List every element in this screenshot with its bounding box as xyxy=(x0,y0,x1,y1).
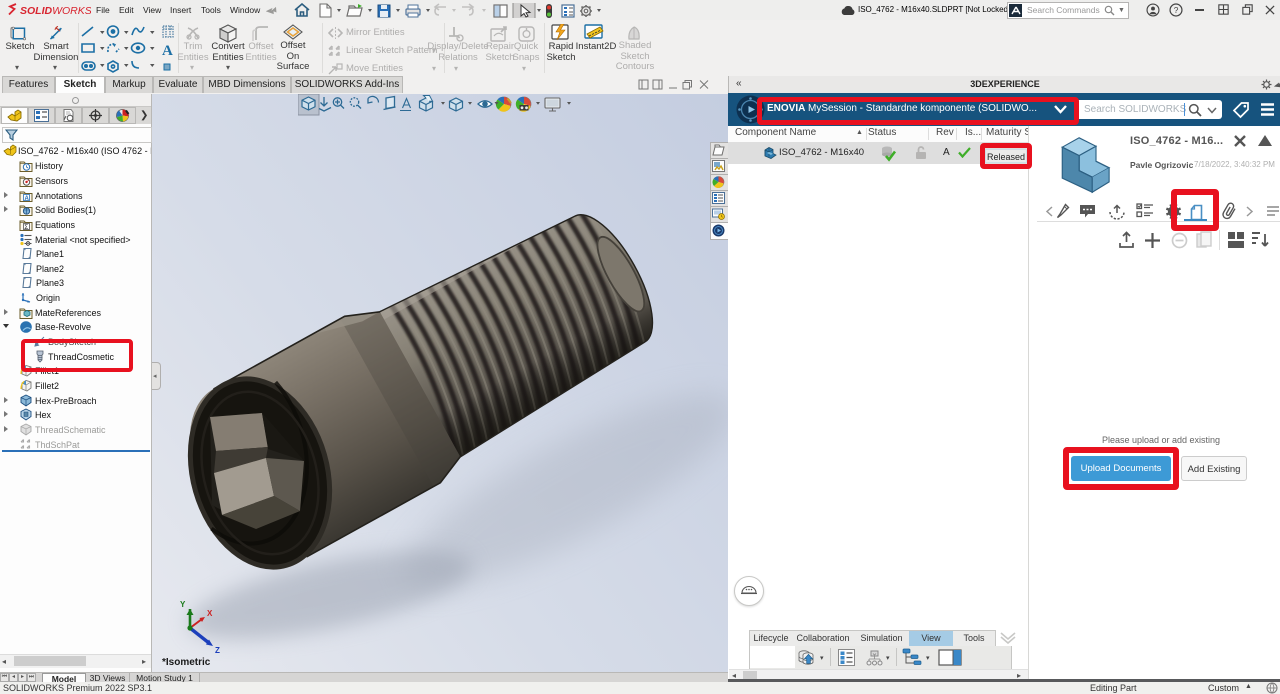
svg-text:X: X xyxy=(207,609,213,618)
svg-text:?: ? xyxy=(1174,5,1179,15)
svg-text:A: A xyxy=(25,196,30,202)
svg-text:Z: Z xyxy=(215,646,220,655)
svg-text:SOLIDWORKS: SOLIDWORKS xyxy=(20,5,91,17)
svg-text:Y: Y xyxy=(180,600,186,609)
svg-text:Σ: Σ xyxy=(24,224,28,231)
